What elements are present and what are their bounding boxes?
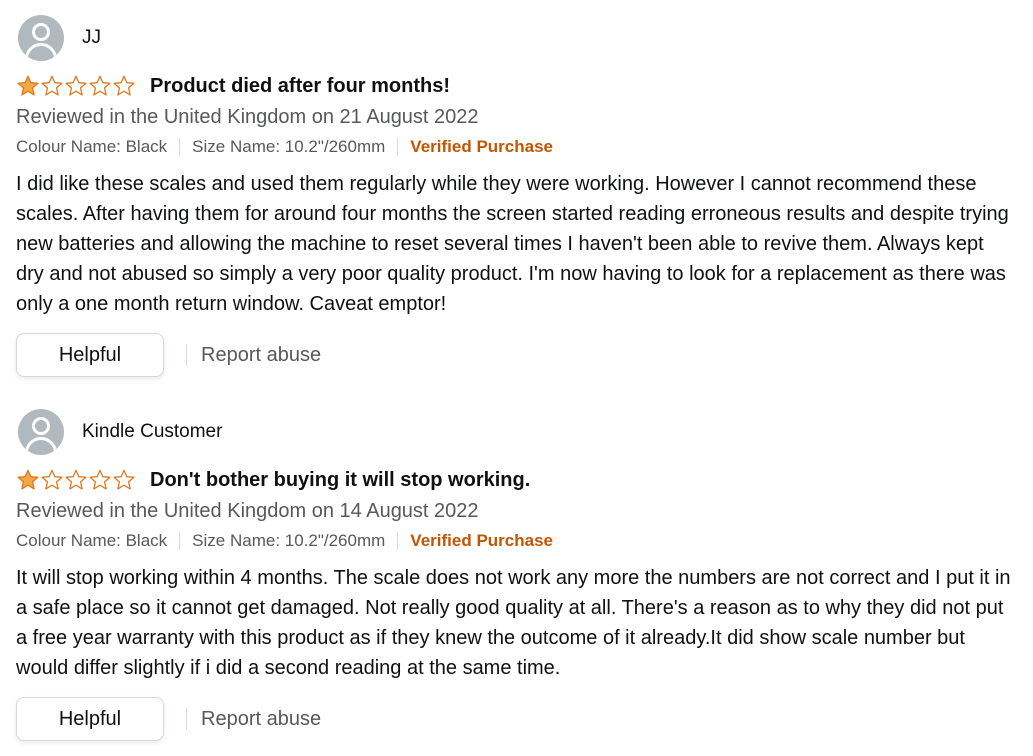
divider <box>186 344 187 366</box>
review-body: It will stop working within 4 months. Th… <box>16 567 1011 679</box>
divider <box>397 138 399 156</box>
helpful-button[interactable]: Helpful <box>16 333 164 377</box>
star-filled-icon <box>17 469 39 490</box>
size-name[interactable]: Size Name: 10.2"/260mm <box>192 531 385 551</box>
star-rating[interactable] <box>16 74 136 98</box>
star-empty-icon <box>41 469 63 490</box>
divider <box>397 532 399 550</box>
star-empty-icon <box>65 75 87 96</box>
review-card: Kindle Customer Don't bother buying it w… <box>16 408 1016 741</box>
review-actions: Helpful Report abuse <box>16 333 1016 377</box>
reviewer-profile[interactable]: JJ <box>16 14 1016 62</box>
star-empty-icon <box>113 75 135 96</box>
review-actions: Helpful Report abuse <box>16 697 1016 741</box>
review-card: JJ Product died after four months! Revie… <box>16 14 1016 377</box>
verified-purchase-badge[interactable]: Verified Purchase <box>410 531 553 551</box>
review-date: Reviewed in the United Kingdom on 21 Aug… <box>16 106 479 128</box>
star-rating[interactable] <box>16 468 136 492</box>
star-empty-icon <box>89 75 111 96</box>
review-body: I did like these scales and used them re… <box>16 173 1009 315</box>
review-title[interactable]: Product died after four months! <box>150 75 450 98</box>
helpful-button[interactable]: Helpful <box>16 697 164 741</box>
avatar-icon <box>18 409 64 455</box>
star-empty-icon <box>41 75 63 96</box>
avatar-icon <box>18 15 64 61</box>
report-abuse-link[interactable]: Report abuse <box>201 708 321 731</box>
divider <box>179 532 181 550</box>
product-variant-info: Colour Name: Black Size Name: 10.2"/260m… <box>16 135 1016 159</box>
review-title[interactable]: Don't bother buying it will stop working… <box>150 469 530 492</box>
verified-purchase-badge[interactable]: Verified Purchase <box>410 137 553 157</box>
review-date: Reviewed in the United Kingdom on 14 Aug… <box>16 500 479 522</box>
report-abuse-link[interactable]: Report abuse <box>201 344 321 367</box>
star-filled-icon <box>17 75 39 96</box>
star-empty-icon <box>65 469 87 490</box>
divider <box>186 708 187 730</box>
reviewer-name[interactable]: Kindle Customer <box>82 421 222 443</box>
star-empty-icon <box>89 469 111 490</box>
reviewer-name[interactable]: JJ <box>82 27 101 49</box>
reviewer-profile[interactable]: Kindle Customer <box>16 408 1016 456</box>
size-name[interactable]: Size Name: 10.2"/260mm <box>192 137 385 157</box>
colour-name[interactable]: Colour Name: Black <box>16 531 167 551</box>
colour-name[interactable]: Colour Name: Black <box>16 137 167 157</box>
divider <box>179 138 181 156</box>
product-variant-info: Colour Name: Black Size Name: 10.2"/260m… <box>16 529 1016 553</box>
star-empty-icon <box>113 469 135 490</box>
